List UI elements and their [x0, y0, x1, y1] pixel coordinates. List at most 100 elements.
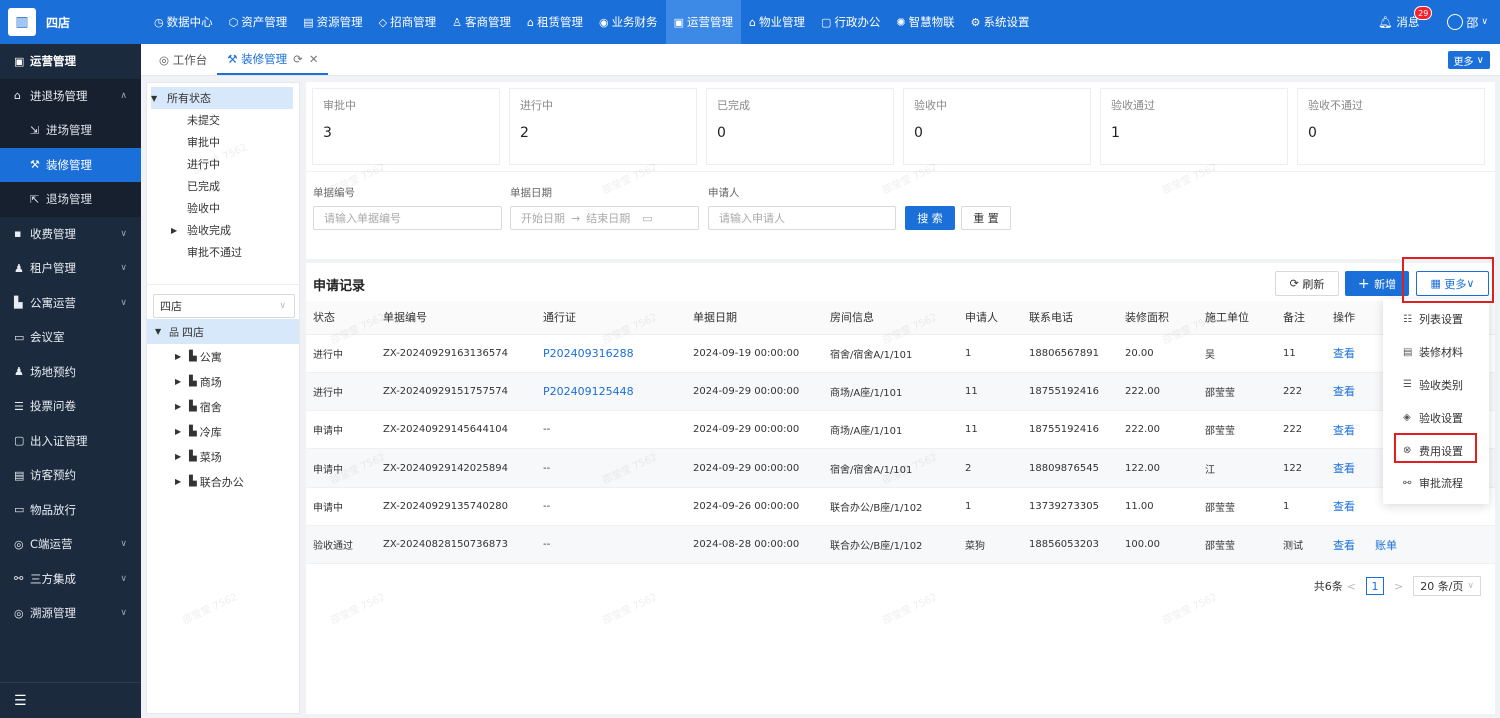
store-select[interactable]: 四店 ∨	[153, 294, 295, 318]
column-header[interactable]: 联系电话	[1022, 301, 1118, 335]
column-header[interactable]: 申请人	[958, 301, 1022, 335]
refresh-button[interactable]: ⟳ 刷新	[1275, 271, 1339, 296]
tree-node[interactable]: 审批不通过	[151, 241, 293, 263]
tree-node[interactable]: ▶ ▙ 菜场	[147, 444, 299, 469]
nav-settings[interactable]: ⚙ 系统设置	[963, 0, 1038, 44]
page-size-select[interactable]: 20 条/页 ∨	[1413, 576, 1481, 596]
sidebar-item-entry[interactable]: ⇲ 进场管理	[0, 113, 141, 148]
sidebar-item-visitor[interactable]: ▤ 访客预约	[0, 458, 141, 493]
table-row[interactable]: 申请中 ZX-20240929135740280 -- 2024-09-26 00:0…	[306, 487, 1495, 526]
view-link[interactable]: 查看	[1333, 424, 1355, 437]
tree-node[interactable]: ▶ ▙ 冷库	[147, 419, 299, 444]
sidebar-group-entry-exit[interactable]: ⌂ 进退场管理 ∧	[0, 78, 141, 113]
nav-office[interactable]: ▢ 行政办公	[813, 0, 888, 44]
sidebar-item-fees[interactable]: ▪ 收费管理 ∨	[0, 217, 141, 252]
tab-decoration[interactable]: ⚒ 装修管理 ⟳ ✕	[217, 44, 329, 75]
logo[interactable]: ▥ 四店	[0, 0, 142, 44]
table-row[interactable]: 申请中 ZX-20240929142025894 -- 2024-09-29 00:0…	[306, 448, 1495, 488]
column-header[interactable]: 单据日期	[686, 301, 823, 335]
code-input[interactable]: 请输入单据编号	[313, 206, 502, 230]
stat-card[interactable]: 验收通过 1	[1100, 88, 1288, 165]
message-button[interactable]: 🔔︎ 消息 29	[1378, 6, 1433, 30]
menu-item-approval-flow[interactable]: ⚯ 审批流程	[1383, 467, 1489, 500]
sidebar-item-tenants[interactable]: ♟ 租户管理 ∨	[0, 251, 141, 286]
table-row[interactable]: 进行中 ZX-20240929151757574 P202409125448 2024…	[306, 372, 1495, 412]
close-icon[interactable]: ✕	[309, 52, 319, 66]
sidebar-item-decoration[interactable]: ⚒ 装修管理	[0, 147, 141, 182]
nav-data-center[interactable]: ◷ 数据中心	[146, 0, 221, 44]
stat-card[interactable]: 验收中 0	[903, 88, 1091, 165]
stat-card[interactable]: 验收不通过 0	[1297, 88, 1485, 165]
sidebar-item-pass[interactable]: ▢ 出入证管理	[0, 424, 141, 459]
nav-asset[interactable]: ⬡ 资产管理	[221, 0, 296, 44]
date-range-input[interactable]: 开始日期 → 结束日期 ▭	[510, 206, 699, 230]
collapse-menu-icon[interactable]: ☰	[0, 682, 141, 718]
column-header[interactable]: 单据编号	[376, 301, 536, 335]
tree-node[interactable]: 验收中	[151, 197, 293, 219]
tree-node[interactable]: ▶ 验收完成	[151, 219, 293, 241]
bill-link[interactable]: 账单	[1375, 539, 1397, 552]
reset-button[interactable]: 重 置	[961, 206, 1011, 230]
menu-item-materials[interactable]: ▤ 装修材料	[1383, 336, 1489, 369]
sidebar-item-integration[interactable]: ⚯ 三方集成 ∨	[0, 562, 141, 597]
menu-item-list-settings[interactable]: ☷ 列表设置	[1383, 303, 1489, 336]
sidebar-item-trace[interactable]: ◎ 溯源管理 ∨	[0, 596, 141, 631]
view-link[interactable]: 查看	[1333, 539, 1355, 552]
search-button[interactable]: 搜 索	[905, 206, 955, 230]
next-page-icon[interactable]: >	[1394, 580, 1403, 593]
view-link[interactable]: 查看	[1333, 462, 1355, 475]
column-header[interactable]: 房间信息	[823, 301, 958, 335]
table-row[interactable]: 验收通过 ZX-20240828150736873 -- 2024-08-28 00:…	[306, 525, 1495, 565]
tabs-more-button[interactable]: 更多 ∨	[1447, 51, 1490, 69]
view-link[interactable]: 查看	[1333, 347, 1355, 360]
sidebar-item-c-end[interactable]: ◎ C端运营 ∨	[0, 527, 141, 562]
cell-pass-link[interactable]: P202409316288	[536, 334, 686, 373]
stat-card[interactable]: 已完成 0	[706, 88, 894, 165]
sidebar-item-goods[interactable]: ▭ 物品放行	[0, 493, 141, 528]
tree-node[interactable]: 未提交	[151, 109, 293, 131]
view-link[interactable]: 查看	[1333, 385, 1355, 398]
column-header[interactable]: 状态	[306, 301, 376, 335]
tab-workbench[interactable]: ◎ 工作台	[149, 44, 217, 75]
tree-node[interactable]: 进行中	[151, 153, 293, 175]
tree-node[interactable]: ▶ ▙ 商场	[147, 369, 299, 394]
tree-node[interactable]: ▶ ▙ 公寓	[147, 344, 299, 369]
nav-property[interactable]: ⌂ 物业管理	[741, 0, 813, 44]
tree-node[interactable]: ▶ ▙ 宿舍	[147, 394, 299, 419]
table-row[interactable]: 申请中 ZX-20240929145644104 -- 2024-09-29 00:0…	[306, 410, 1495, 450]
view-link[interactable]: 查看	[1333, 500, 1355, 513]
tree-node[interactable]: ▶ ▙ 联合办公	[147, 469, 299, 494]
tree-node-store[interactable]: ▼ 品四店	[147, 319, 299, 344]
tree-node[interactable]: 审批中	[151, 131, 293, 153]
column-header[interactable]: 备注	[1276, 301, 1326, 335]
tree-node[interactable]: 已完成	[151, 175, 293, 197]
column-header[interactable]: 施工单位	[1198, 301, 1276, 335]
sidebar-item-vote[interactable]: ☰ 投票问卷	[0, 389, 141, 424]
nav-investment[interactable]: ◇ 招商管理	[371, 0, 444, 44]
sidebar-item-exit[interactable]: ⇱ 退场管理	[0, 182, 141, 217]
sidebar-item-meeting[interactable]: ▭ 会议室	[0, 320, 141, 355]
stat-card[interactable]: 进行中 2	[509, 88, 697, 165]
applicant-input[interactable]: 请输入申请人	[708, 206, 896, 230]
nav-finance[interactable]: ◉ 业务财务	[591, 0, 666, 44]
stat-card[interactable]: 审批中 3	[312, 88, 500, 165]
page-1-button[interactable]: 1	[1365, 577, 1384, 595]
sidebar-item-apartment[interactable]: ▙ 公寓运营 ∨	[0, 286, 141, 321]
nav-operation[interactable]: ▣ 运营管理	[665, 0, 741, 44]
add-button[interactable]: + 新增	[1345, 271, 1409, 296]
nav-lease[interactable]: ⌂ 租赁管理	[519, 0, 591, 44]
prev-page-icon[interactable]: <	[1347, 580, 1356, 593]
nav-resource[interactable]: ▤ 资源管理	[295, 0, 370, 44]
refresh-icon[interactable]: ⟳	[293, 52, 303, 66]
nav-merchant[interactable]: ♙ 客商管理	[444, 0, 519, 44]
column-header[interactable]: 装修面积	[1118, 301, 1198, 335]
user-menu[interactable]: 邵 ∨	[1447, 14, 1488, 31]
cell-pass-link[interactable]: P202409125448	[536, 372, 686, 412]
sidebar-item-venue[interactable]: ♟ 场地预约	[0, 355, 141, 390]
tree-node-all-status[interactable]: ▼ 所有状态	[151, 87, 293, 109]
column-header[interactable]: 通行证	[536, 301, 686, 335]
menu-item-acceptance-category[interactable]: ☰ 验收类别	[1383, 369, 1489, 402]
menu-item-acceptance-settings[interactable]: ◈ 验收设置	[1383, 401, 1489, 434]
nav-iot[interactable]: ✺ 智慧物联	[888, 0, 962, 44]
table-row[interactable]: 进行中 ZX-20240929163136574 P202409316288 2024…	[306, 334, 1495, 373]
